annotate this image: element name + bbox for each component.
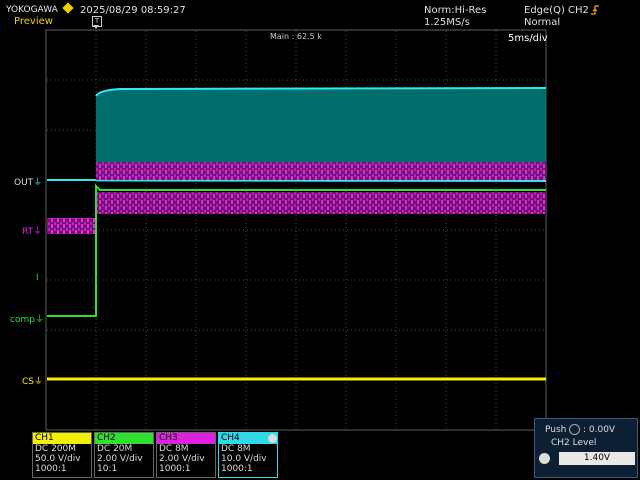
active-channel-dot-icon — [268, 434, 277, 443]
marker-out: OUT⏚ — [14, 178, 43, 188]
ch3-info[interactable]: CH3 DC 8M 2.00 V/div 1000:1 — [156, 432, 216, 478]
level-knob-icon[interactable] — [539, 453, 550, 464]
marker-i: I — [36, 273, 39, 283]
ground-icon: ⏚ — [33, 227, 43, 237]
trigger-level-panel[interactable]: Push : 0.00V CH2 Level 1.40V — [534, 418, 638, 478]
timebase: 5ms/div — [508, 33, 548, 44]
push-label: Push — [545, 425, 567, 435]
waveform-display — [45, 25, 547, 431]
ground-icon: ⏚ — [33, 178, 43, 188]
ground-icon: ⏚ — [34, 377, 44, 387]
trigger-point-marker — [93, 25, 99, 29]
push-value: : 0.00V — [583, 425, 616, 435]
ch1-info[interactable]: CH1 DC 200M 50.0 V/div 1000:1 — [32, 432, 92, 478]
ground-icon: ⏚ — [34, 315, 44, 325]
marker-comp: comp⏚ — [10, 315, 44, 325]
marker-rt: RT⏚ — [22, 227, 43, 237]
ch2-info[interactable]: CH2 DC 20M 2.00 V/div 10:1 — [94, 432, 154, 478]
level-title: CH2 Level — [551, 438, 597, 448]
level-value-field[interactable]: 1.40V — [559, 452, 635, 465]
marker-cs: CS⏚ — [22, 377, 44, 387]
jog-dial-icon — [569, 424, 580, 435]
main-record-label: Main : 62.5 k — [270, 32, 322, 41]
